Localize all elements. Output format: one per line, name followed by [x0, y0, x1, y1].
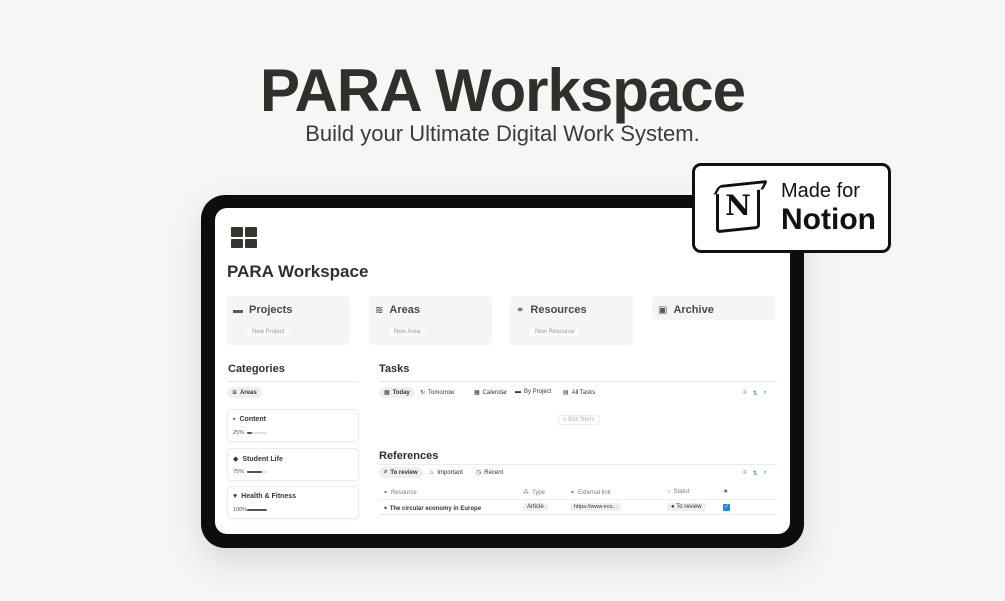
external-link[interactable]: https://www.eco... [570, 503, 622, 511]
calendar-icon: ▦ [474, 390, 480, 396]
area-percent: 100% [233, 507, 248, 513]
card-projects[interactable]: ▬ Projects New Project [227, 296, 350, 345]
heart-icon: ♥ [233, 493, 238, 500]
divider [379, 381, 777, 382]
folder-icon: ▬ [515, 389, 521, 395]
column-resource[interactable]: ⚭ Resource [383, 489, 417, 497]
fire-icon: ♨ [429, 470, 435, 476]
card-label: Resources [530, 304, 587, 316]
card-areas[interactable]: ≋ Areas New Area [369, 296, 492, 345]
folder-icon: ▬ [233, 304, 243, 316]
card-label: Areas [389, 304, 420, 316]
area-card-student-life[interactable]: ◆ Student Life 75% [227, 448, 359, 481]
divider [379, 464, 777, 465]
star-checkbox[interactable]: ✓ [723, 504, 730, 511]
tab-all-tasks[interactable]: ▤ All Tasks [558, 387, 600, 398]
tab-recent[interactable]: ◷ Recent [471, 467, 508, 478]
column-external-link[interactable]: ⚭ External link [570, 489, 611, 497]
area-percent: 75% [233, 469, 245, 475]
categories-title: Categories [228, 363, 285, 375]
badge-brand: Notion [781, 203, 876, 236]
type-tag: Article [523, 503, 548, 511]
link-icon: ⚭ [383, 490, 389, 496]
new-resource-button[interactable]: New Resource [530, 327, 580, 337]
table-row[interactable]: ⚭ The circular economy in Europe [383, 505, 481, 512]
area-card-health-fitness[interactable]: ♥ Health & Fitness 100% [227, 486, 359, 519]
tag-icon: ⁂ [523, 490, 529, 496]
sort-icon[interactable]: ⇅ [753, 390, 758, 397]
sort-icon[interactable]: ⇅ [753, 470, 758, 477]
area-percent: 25% [233, 430, 245, 436]
divider [227, 381, 359, 382]
area-card-content[interactable]: ▪ Content 25% [227, 409, 359, 442]
notion-page: PARA Workspace ▬ Projects New Project ≋ Ar… [215, 208, 790, 534]
page-title: PARA Workspace [227, 262, 369, 281]
status-badge: ● To review [667, 503, 706, 511]
link-icon: ⚭ [516, 304, 525, 316]
archive-icon: ▣ [658, 304, 668, 316]
box-icon: ▪ [233, 416, 236, 423]
new-project-button[interactable]: New Project [247, 327, 290, 337]
tasks-toolbar: ≡ ⇅ ⌕ [743, 390, 767, 397]
grid-icon [231, 227, 257, 248]
tab-calendar[interactable]: ▦ Calendar [469, 387, 512, 398]
badge-made-for: Made for [781, 180, 860, 202]
hero-subtitle: Build your Ultimate Digital Work System. [305, 121, 700, 146]
references-title: References [379, 450, 439, 462]
tab-to-review[interactable]: ⌕ To review [379, 467, 423, 478]
divider [379, 499, 777, 500]
tasks-title: Tasks [379, 363, 410, 375]
filter-icon[interactable]: ≡ [743, 390, 747, 397]
card-archive[interactable]: ▣ Archive [652, 296, 775, 320]
column-statut[interactable]: ○ Statut [667, 489, 689, 495]
stack-icon: ≋ [375, 304, 384, 316]
stack-icon: ≋ [232, 390, 238, 396]
tab-today[interactable]: ▦ Today [379, 387, 415, 398]
link-icon: ⚭ [383, 506, 390, 512]
clock-icon: ◷ [476, 470, 482, 476]
tab-tomorrow[interactable]: ↻ Tomorrow [415, 387, 459, 398]
divider [379, 514, 777, 515]
table-icon: ▤ [563, 390, 569, 396]
new-area-button[interactable]: New Area [389, 327, 426, 337]
search-icon: ⌕ [384, 469, 388, 475]
progress-bar [247, 471, 267, 473]
search-icon[interactable]: ⌕ [764, 470, 767, 477]
tab-by-project[interactable]: ▬ By Project [510, 387, 556, 397]
calendar-icon: ▦ [384, 390, 390, 396]
status-icon: ○ [667, 489, 671, 495]
tab-important[interactable]: ♨ Important [424, 467, 468, 478]
column-type[interactable]: ⁂ Type [523, 489, 545, 497]
column-star[interactable]: ★ [723, 488, 728, 495]
link-icon: ⚭ [570, 490, 576, 496]
search-icon[interactable]: ⌕ [764, 390, 767, 397]
filter-icon[interactable]: ≡ [743, 470, 747, 477]
arrow-icon: ↻ [420, 390, 426, 396]
progress-bar [247, 509, 267, 511]
cap-icon: ◆ [233, 456, 239, 463]
made-for-notion-badge: N Made for Notion [692, 163, 891, 253]
card-label: Projects [249, 304, 293, 316]
card-resources[interactable]: ⚭ Resources New Resource [510, 296, 633, 345]
references-toolbar: ≡ ⇅ ⌕ [743, 470, 767, 477]
notion-logo-icon: N [712, 181, 764, 235]
areas-filter-chip[interactable]: ≋ Areas [227, 387, 262, 398]
progress-bar [247, 432, 267, 434]
edit-filters-button[interactable]: ≡ Edit filters [558, 415, 600, 425]
card-label: Archive [673, 304, 714, 316]
hero-title: PARA Workspace [259, 57, 746, 124]
